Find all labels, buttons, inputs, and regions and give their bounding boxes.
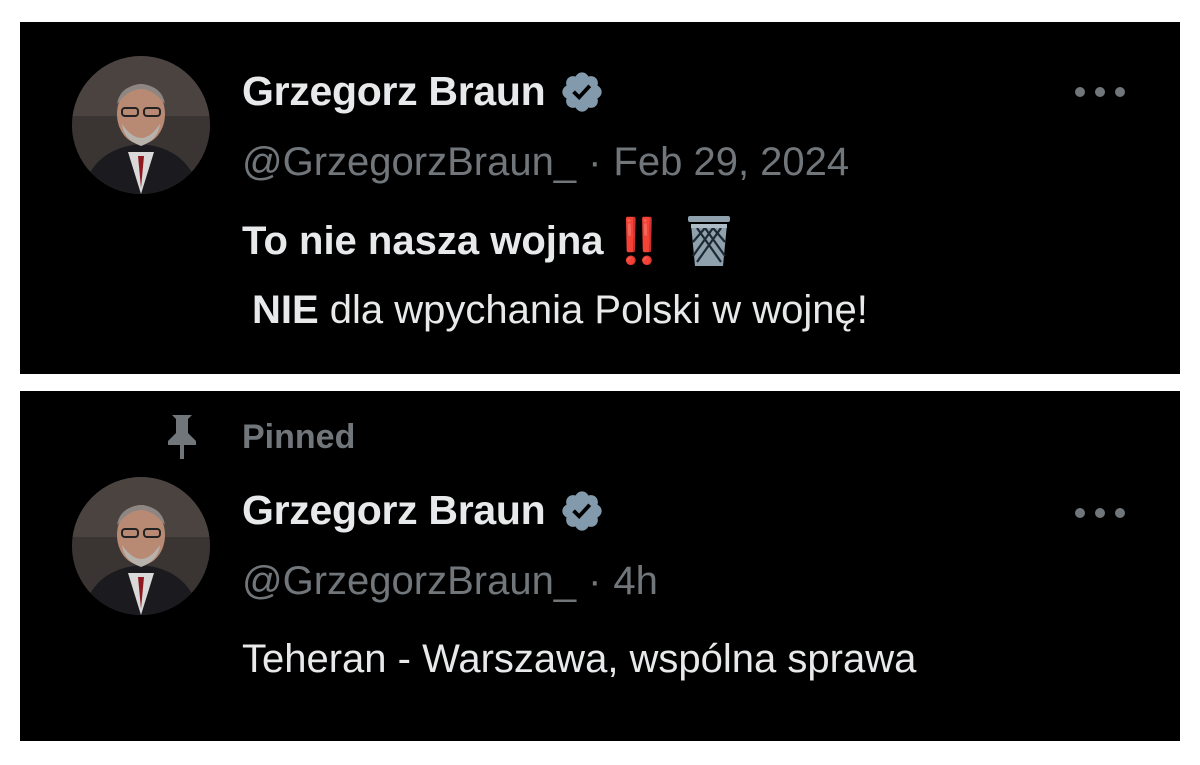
verified-badge-icon [562, 490, 602, 531]
timestamp[interactable]: 4h [613, 559, 658, 603]
tweet-text-body: Teheran - Warszawa, wspólna sprawa [242, 637, 917, 681]
pin-icon [168, 415, 196, 459]
wastebasket-icon [688, 216, 731, 266]
tweet-text: Teheran - Warszawa, wspólna sprawa [242, 637, 916, 682]
tweet-text-line-2: NIE dla wpychania Polski w wojnę! [252, 288, 868, 333]
double-exclamation-emoji: ‼️ [611, 217, 667, 266]
tweet-meta: @GrzegorzBraun_ · Feb 29, 2024 [242, 140, 849, 185]
avatar[interactable] [72, 56, 210, 194]
tweet-card-2[interactable]: Pinned Grzegorz Braun @GrzegorzBraun_ · 4h [20, 391, 1180, 741]
tweet-meta: @GrzegorzBraun_ · 4h [242, 559, 658, 604]
pinned-label: Pinned [242, 417, 356, 456]
timestamp[interactable]: Feb 29, 2024 [613, 140, 849, 184]
meta-separator: · [588, 140, 602, 184]
avatar[interactable] [72, 477, 210, 615]
verified-badge-icon [562, 71, 602, 112]
author-row: Grzegorz Braun [242, 487, 605, 534]
meta-separator: · [588, 559, 602, 603]
author-row: Grzegorz Braun [242, 68, 605, 115]
handle[interactable]: @GrzegorzBraun_ [242, 559, 576, 603]
more-options-icon[interactable] [1072, 84, 1128, 100]
handle[interactable]: @GrzegorzBraun_ [242, 140, 576, 184]
tweet-card-1[interactable]: Grzegorz Braun @GrzegorzBraun_ · Feb 29, 2… [20, 22, 1180, 374]
tweet-text-line-1: To nie nasza wojna ‼️ [242, 212, 734, 270]
pinned-indicator: Pinned [164, 413, 355, 461]
author-name[interactable]: Grzegorz Braun [242, 487, 546, 534]
tweet-text-body: dla wpychania Polski w wojnę! [318, 288, 868, 332]
author-name[interactable]: Grzegorz Braun [242, 68, 546, 115]
tweet-text-headline: To nie nasza wojna [242, 218, 604, 263]
tweet-text-emphasis: NIE [252, 288, 319, 332]
more-options-icon[interactable] [1072, 505, 1128, 521]
